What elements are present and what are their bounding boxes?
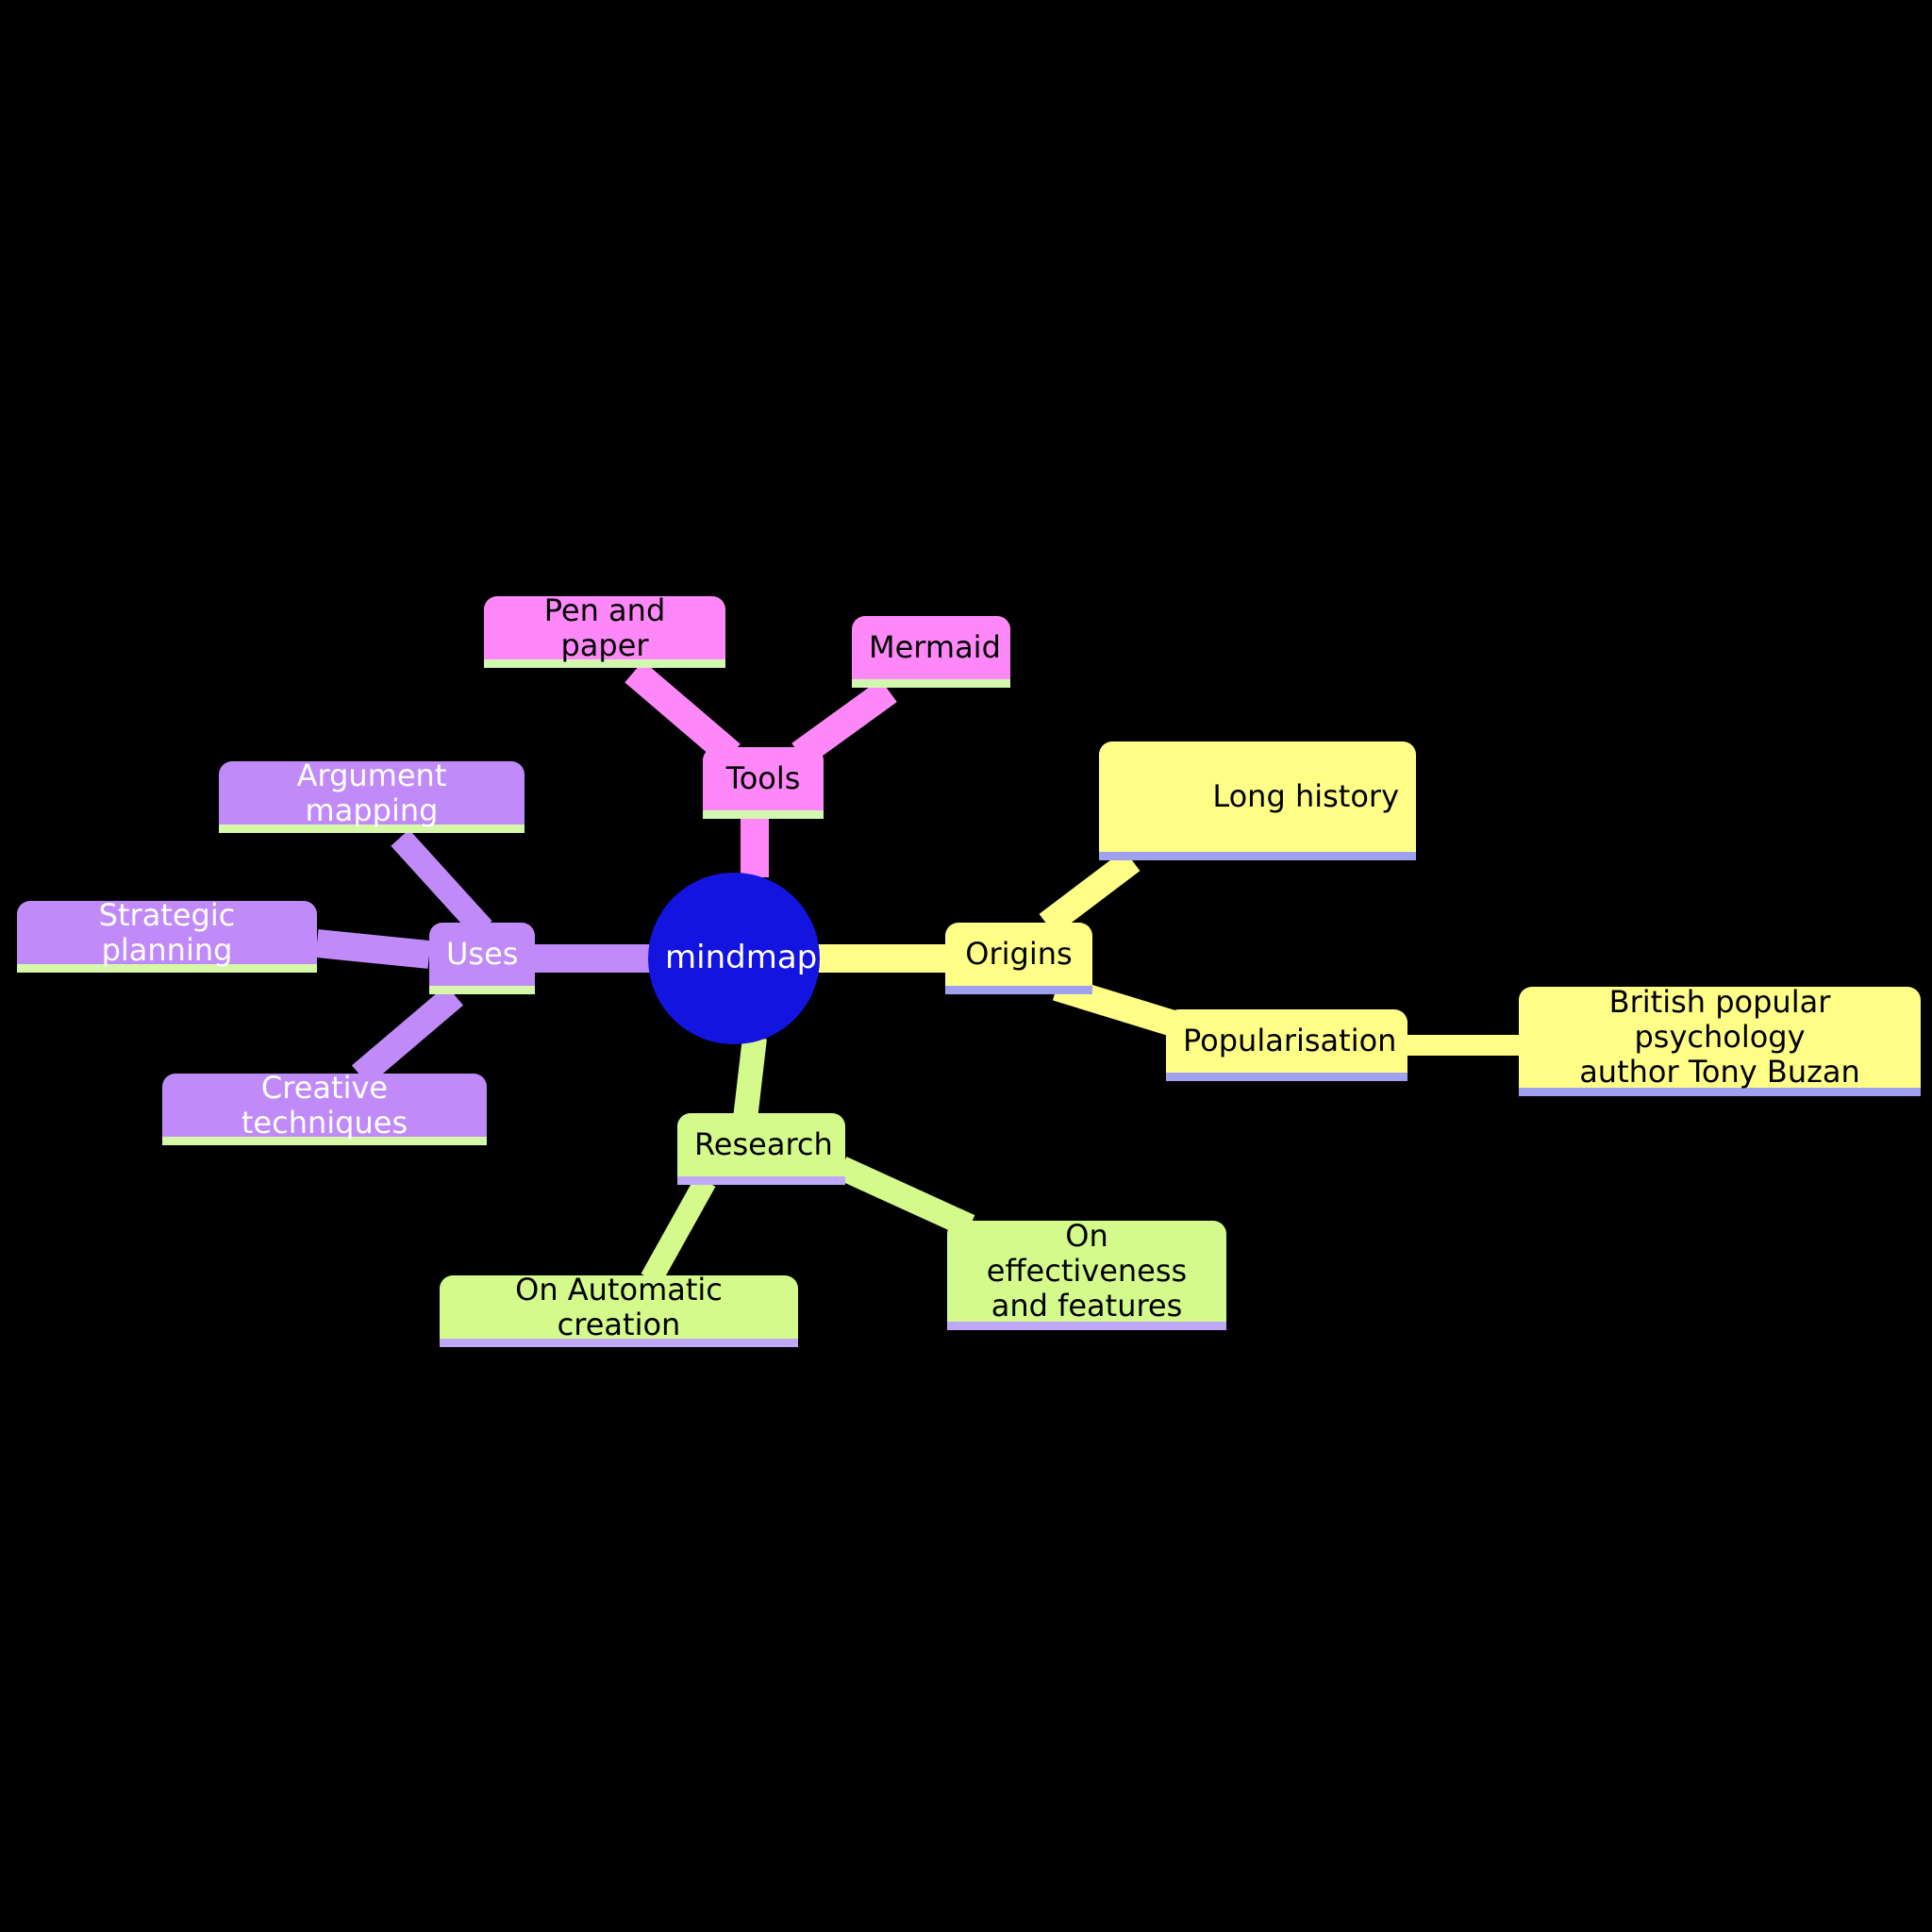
node-label-long-history: Long history — [1212, 778, 1399, 815]
mindmap-edge-research-to-on-automatic-creation — [641, 1175, 716, 1285]
node-label-research: Research — [694, 1126, 833, 1163]
mindmap-node-tony-buzan[interactable]: British popular psychology author Tony B… — [1519, 984, 1921, 1096]
mindmap-node-on-automatic-creation[interactable]: On Automatic creation — [440, 1271, 798, 1347]
mindmap-edge-uses-to-argument-mapping — [391, 829, 492, 938]
mindmap-node-popularisation[interactable]: Popularisation — [1166, 1009, 1407, 1081]
mindmap-node-on-effectiveness-and-features[interactable]: On effectiveness and features — [947, 1218, 1226, 1330]
node-label-pen-and-paper: Pen and paper — [543, 591, 666, 663]
node-label-creative-techniques: Creative techniques — [241, 1069, 408, 1141]
node-label-uses: Uses — [446, 936, 519, 973]
mindmap-node-pen-and-paper[interactable]: Pen and paper — [484, 591, 725, 668]
node-label-tony-buzan: British popular psychology author Tony B… — [1579, 984, 1860, 1090]
node-label-tools: Tools — [725, 760, 801, 797]
node-label-strategic-planning: Strategic planning — [98, 896, 236, 968]
mindmap-node-research[interactable]: Research — [677, 1113, 845, 1185]
mindmap-canvas: mindmap Tools Pen and paper Mermaid Uses Argu… — [0, 0, 1932, 1932]
mindmap-edge-tools-to-mermaid — [791, 678, 897, 767]
mindmap-node-creative-techniques[interactable]: Creative techniques — [162, 1069, 487, 1145]
node-label-mermaid: Mermaid — [869, 629, 1001, 666]
node-label-root: mindmap — [665, 939, 818, 977]
mindmap-edge-origins-to-long-history — [1039, 849, 1141, 936]
node-label-origins: Origins — [965, 936, 1073, 973]
node-label-on-automatic-creation: On Automatic creation — [515, 1271, 723, 1342]
mindmap-node-long-history[interactable]: Long history — [1099, 741, 1416, 860]
mindmap-edge-root-to-research — [733, 1036, 767, 1121]
node-label-argument-mapping: Argument mapping — [296, 757, 447, 828]
mindmap-edge-uses-to-creative-techniques — [351, 985, 464, 1086]
mindmap-edge-research-to-on-effectiveness-and-features — [836, 1157, 975, 1238]
mindmap-node-uses[interactable]: Uses — [429, 923, 535, 994]
mindmap-node-mermaid[interactable]: Mermaid — [852, 616, 1010, 688]
mindmap-node-origins[interactable]: Origins — [945, 923, 1092, 994]
mindmap-node-strategic-planning[interactable]: Strategic planning — [17, 896, 317, 973]
mindmap-node-argument-mapping[interactable]: Argument mapping — [219, 757, 525, 833]
node-label-popularisation: Popularisation — [1183, 1023, 1397, 1059]
mindmap-node-tools[interactable]: Tools — [703, 747, 824, 819]
mindmap-edge-tools-to-pen-and-paper — [625, 660, 741, 766]
mindmap-root-node[interactable]: mindmap — [648, 873, 820, 1044]
node-label-on-effectiveness-and-features: On effectiveness and features — [986, 1218, 1188, 1324]
mindmap-edge-uses-to-strategic-planning — [315, 929, 431, 969]
